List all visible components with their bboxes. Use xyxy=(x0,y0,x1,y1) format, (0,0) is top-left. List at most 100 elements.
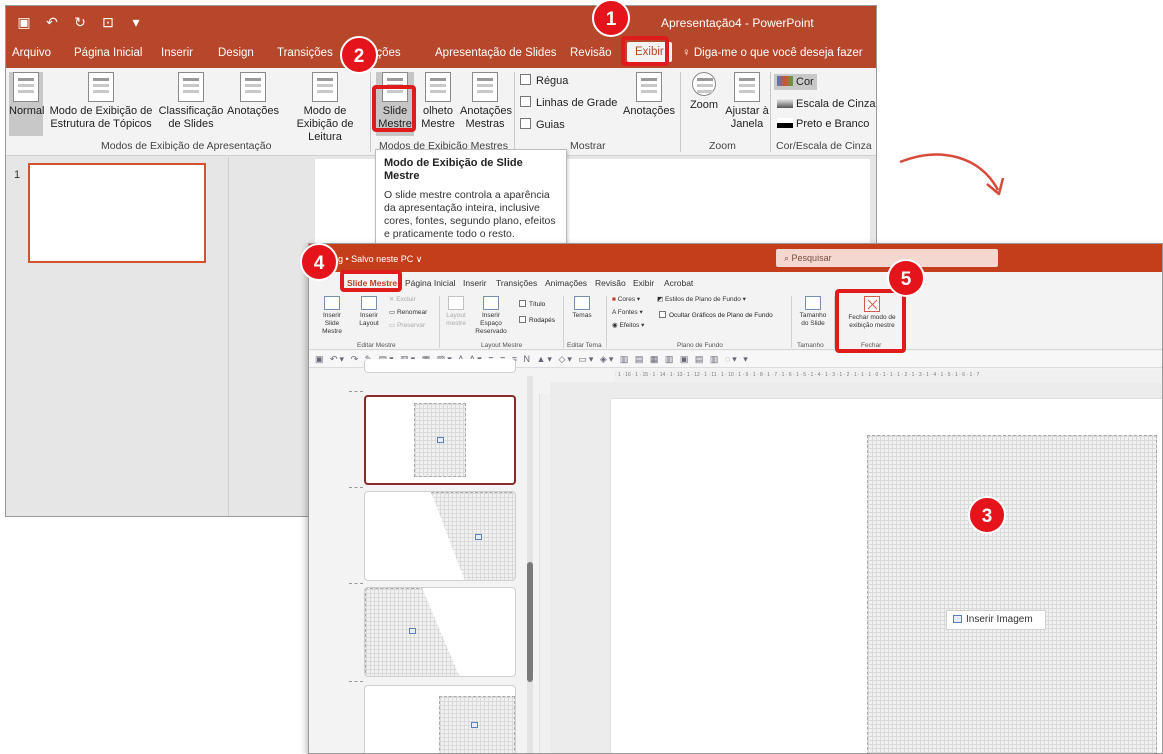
layout-thumbnail[interactable] xyxy=(364,359,516,373)
tell-me-box[interactable]: ♀ Diga-me o que você deseja fazer xyxy=(682,47,863,59)
tab-transicoes[interactable]: Transições xyxy=(496,278,537,288)
hide-background-graphics-label: Ocultar Gráficos de Plano de Fundo xyxy=(669,312,773,319)
picture-placeholder-large[interactable]: Inserir Imagem xyxy=(867,435,1157,753)
checkbox-icon xyxy=(520,96,531,107)
background-styles-label: Estilos de Plano de Fundo xyxy=(664,296,741,303)
tab-exibir[interactable]: Exibir xyxy=(633,278,654,288)
tab-pagina-inicial[interactable]: Página Inicial xyxy=(405,278,456,288)
black-white-button[interactable]: Preto e Branco xyxy=(777,118,869,130)
picture-icon xyxy=(409,628,416,634)
scrollbar-thumb[interactable] xyxy=(527,562,533,682)
vertical-ruler xyxy=(539,394,549,753)
reading-view-button[interactable]: Modo de Exibição de Leitura xyxy=(282,72,368,144)
tab-acrobat[interactable]: Acrobat xyxy=(664,278,693,288)
delete-button[interactable]: ✕ Excluir xyxy=(389,296,416,304)
normal-view-button[interactable]: Normal xyxy=(9,72,44,136)
group-label-plano-de-fundo: Plano de Fundo xyxy=(677,342,723,349)
master-layout-slide[interactable]: Inserir Imagem xyxy=(611,399,1162,753)
grayscale-button[interactable]: Escala de Cinza xyxy=(777,98,876,110)
master-layout-icon xyxy=(448,296,464,310)
present-icon[interactable]: ⊡ xyxy=(100,14,116,31)
tab-inserir[interactable]: Inserir xyxy=(161,47,193,59)
magnifier-icon xyxy=(692,72,716,96)
layout-thumbnail[interactable] xyxy=(364,685,516,753)
layouts-scrollbar[interactable] xyxy=(527,376,533,753)
insert-layout-icon xyxy=(361,296,377,310)
notes-toggle-button[interactable]: Anotações xyxy=(620,72,678,118)
callout-badge-1: 1 xyxy=(592,0,630,37)
lightbulb-icon: ♀ xyxy=(682,47,694,59)
ruler-label: Régua xyxy=(536,75,569,87)
group-label-editar-mestre: Editar Mestre xyxy=(357,342,396,349)
tab-design[interactable]: Design xyxy=(218,47,254,59)
themes-button[interactable]: Temas xyxy=(571,296,593,320)
save-icon[interactable]: ▣ xyxy=(16,14,32,31)
outline-view-button[interactable]: Modo de Exibição de Estrutura de Tópicos xyxy=(48,72,154,131)
ruler-checkbox[interactable]: Régua xyxy=(520,74,568,87)
fit-window-button[interactable]: Ajustar à Janela xyxy=(724,72,770,131)
tooltip-body: O slide mestre controla a aparência da a… xyxy=(384,189,556,240)
fonts-button[interactable]: A Fontes ▾ xyxy=(612,309,643,317)
checkbox-icon xyxy=(519,316,526,323)
notes-page-icon xyxy=(240,72,266,102)
title-checkbox[interactable]: Título xyxy=(519,300,545,308)
undo-icon[interactable]: ↶ xyxy=(44,14,60,31)
highlight-close-master-button xyxy=(835,289,906,353)
insert-slide-master-button[interactable]: Inserir Slide Mestre xyxy=(319,296,345,336)
fonts-label: Fontes xyxy=(617,309,638,316)
tab-transicoes[interactable]: Transições xyxy=(277,47,333,59)
notes-page-label: Anotações xyxy=(227,105,279,117)
slide-thumbnail[interactable] xyxy=(28,163,206,263)
slide-size-button[interactable]: Tamanho do Slide xyxy=(796,296,830,328)
color-swatch-icon xyxy=(777,76,793,86)
tab-revisao[interactable]: Revisão xyxy=(570,47,612,59)
tab-apresentacao[interactable]: Apresentação de Slides xyxy=(435,47,556,59)
layout-thumbnail[interactable] xyxy=(364,587,516,677)
outline-view-icon xyxy=(88,72,114,102)
themes-label: Temas xyxy=(572,312,592,319)
master-layout-button[interactable]: Layout mestre xyxy=(445,296,467,328)
tab-inserir[interactable]: Inserir xyxy=(463,278,487,288)
color-button[interactable]: Cor xyxy=(774,74,817,90)
black-white-swatch-icon xyxy=(777,118,793,128)
footers-checkbox[interactable]: Rodapés xyxy=(519,316,555,324)
gridlines-label: Linhas de Grade xyxy=(536,97,618,109)
notes-toggle-icon xyxy=(636,72,662,102)
background-styles-button[interactable]: ◩ Estilos de Plano de Fundo ▾ xyxy=(657,296,746,304)
rename-button[interactable]: ▭ Renomear xyxy=(389,309,427,317)
insert-placeholder-button[interactable]: Inserir Espaço Reservado xyxy=(471,296,511,336)
zoom-button[interactable]: Zoom xyxy=(686,72,722,112)
hide-background-graphics-checkbox[interactable]: Ocultar Gráficos de Plano de Fundo xyxy=(659,311,773,319)
customize-toolbar-icon[interactable]: ▾ xyxy=(128,14,144,31)
save-icon[interactable]: ▣ xyxy=(315,354,326,364)
rename-label: Renomear xyxy=(396,309,428,316)
insert-placeholder-icon xyxy=(483,296,499,310)
effects-button[interactable]: ◉ Efeitos ▾ xyxy=(612,322,644,330)
search-box[interactable]: ⌕ Pesquisar xyxy=(776,249,998,267)
notes-master-button[interactable]: Anotações Mestras xyxy=(460,72,512,131)
callout-badge-2: 2 xyxy=(340,36,378,74)
group-label-editar-tema: Editar Tema xyxy=(567,342,602,349)
guides-checkbox[interactable]: Guias xyxy=(520,118,565,131)
slide-sorter-button[interactable]: Classificação de Slides xyxy=(158,72,224,131)
layout-thumbnail[interactable] xyxy=(364,491,516,581)
group-label-mostrar: Mostrar xyxy=(570,140,606,152)
redo-icon[interactable]: ↻ xyxy=(72,14,88,31)
insert-layout-button[interactable]: Inserir Layout xyxy=(359,296,379,328)
layout-thumbnail-selected[interactable] xyxy=(364,395,516,485)
insert-image-button[interactable]: Inserir Imagem xyxy=(946,610,1046,630)
colors-button[interactable]: ■ Cores ▾ xyxy=(612,296,640,304)
tab-revisao[interactable]: Revisão xyxy=(595,278,626,288)
themes-icon xyxy=(574,296,590,310)
handout-master-button[interactable]: olheto Mestre xyxy=(416,72,460,131)
picture-icon xyxy=(475,534,482,540)
tab-animacoes[interactable]: Animações xyxy=(545,278,587,288)
tab-pagina-inicial[interactable]: Página Inicial xyxy=(74,47,142,59)
tab-arquivo[interactable]: Arquivo xyxy=(12,47,51,59)
notes-page-button[interactable]: Anotações xyxy=(224,72,282,118)
composite-screenshot: ▣ ↶ ↻ ⊡ ▾ Apresentação4 - PowerPoint Arq… xyxy=(0,0,1163,754)
tell-me-text: Diga-me o que você deseja fazer xyxy=(693,47,863,59)
preserve-button[interactable]: ▭ Preservar xyxy=(389,322,425,330)
slide-size-icon xyxy=(805,296,821,310)
gridlines-checkbox[interactable]: Linhas de Grade xyxy=(520,96,617,109)
